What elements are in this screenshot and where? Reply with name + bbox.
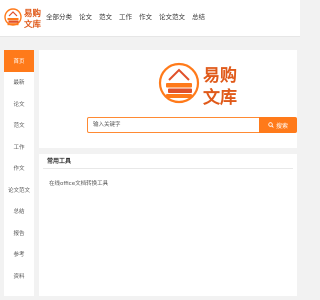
- hero-logo: 易购 文库: [158, 62, 237, 108]
- brand-line2: 文库: [24, 19, 42, 30]
- nav-zongjie[interactable]: 总结: [192, 12, 205, 22]
- nav-lunwen-fanwen[interactable]: 论文范文: [159, 12, 185, 22]
- main-content: 易购 文库 搜索 常用工具 在线office文档转换工具: [39, 50, 297, 296]
- stacked-books-icon: [158, 62, 200, 104]
- sidebar-item-cankao[interactable]: 参考: [4, 244, 34, 266]
- nav-lunwen[interactable]: 论文: [79, 12, 92, 22]
- sidebar-item-home[interactable]: 首页: [4, 50, 34, 72]
- search-icon: [268, 122, 274, 128]
- tools-title-underline: [43, 168, 293, 169]
- search-input[interactable]: [88, 118, 264, 132]
- sidebar-item-baogao[interactable]: 报告: [4, 222, 34, 244]
- hero-brand-line1: 易购: [203, 65, 237, 86]
- section-divider: [39, 148, 297, 154]
- search-box: [87, 117, 267, 133]
- tool-link-office-converter[interactable]: 在线office文档转换工具: [49, 179, 108, 187]
- sidebar-item-gongzuo[interactable]: 工作: [4, 136, 34, 158]
- nav-gongzuo[interactable]: 工作: [119, 12, 132, 22]
- sidebar: 首页 最新 论文 范文 工作 作文 论文范文 总结 报告 参考 资料: [4, 50, 34, 296]
- hero-brand-line2: 文库: [203, 87, 237, 108]
- sidebar-item-zongjie[interactable]: 总结: [4, 201, 34, 223]
- sidebar-item-latest[interactable]: 最新: [4, 72, 34, 94]
- brand-line1: 易购: [24, 8, 42, 19]
- sidebar-item-lunwen[interactable]: 论文: [4, 93, 34, 115]
- nav-all-categories[interactable]: 全部分类: [46, 12, 72, 22]
- sidebar-item-zuowen[interactable]: 作文: [4, 158, 34, 180]
- stacked-books-icon: [4, 8, 22, 26]
- search-button-label: 搜索: [275, 122, 288, 130]
- top-nav: 全部分类 论文 范文 工作 作文 论文范文 总结: [46, 12, 205, 22]
- nav-fanwen[interactable]: 范文: [99, 12, 112, 22]
- search-button[interactable]: 搜索: [259, 117, 297, 133]
- tools-section-title: 常用工具: [47, 158, 72, 165]
- sidebar-item-fanwen[interactable]: 范文: [4, 115, 34, 137]
- sidebar-item-lunwen-fanwen[interactable]: 论文范文: [4, 179, 34, 201]
- nav-zuowen[interactable]: 作文: [139, 12, 152, 22]
- sidebar-item-ziliao[interactable]: 资料: [4, 265, 34, 287]
- top-bar: 易购 文库 全部分类 论文 范文 工作 作文 论文范文 总结: [0, 0, 300, 37]
- site-logo[interactable]: 易购 文库: [4, 3, 44, 33]
